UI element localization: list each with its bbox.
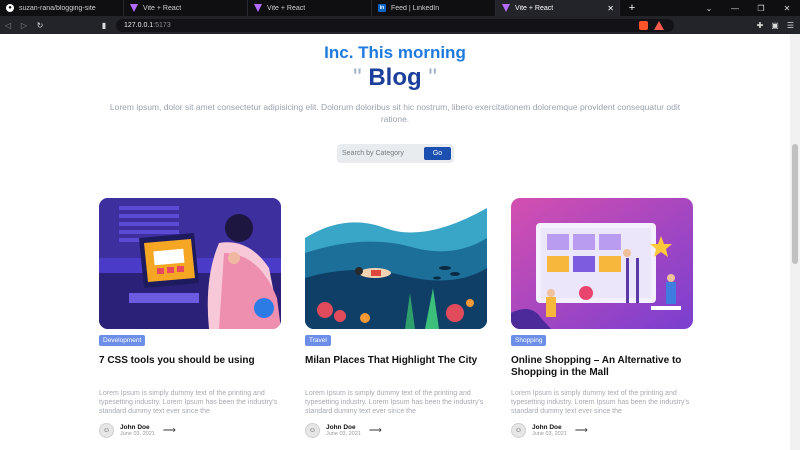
vite-icon <box>502 4 510 12</box>
page-title: " Blog " <box>0 64 790 92</box>
search-input[interactable]: Search by Category <box>342 150 424 157</box>
author-meta: John Doe June 03, 2021 <box>326 424 361 437</box>
browser-tab[interactable]: in Feed | LinkedIn <box>372 0 496 16</box>
quote-open: " <box>353 64 362 91</box>
reload-icon[interactable]: ↻ <box>32 16 48 34</box>
go-button[interactable]: Go <box>424 147 451 160</box>
arrow-right-icon[interactable]: ⟶ <box>163 425 176 436</box>
post-title[interactable]: Milan Places That Highlight The City <box>305 355 487 381</box>
close-window-icon[interactable]: ✕ <box>774 0 800 16</box>
post-image-development[interactable] <box>99 198 281 329</box>
browser-toolbar: ◁ ▷ ↻ ▮ 127.0.0.1:5173 <box>0 16 800 34</box>
hero-intro: Lorem ipsum, dolor sit amet consectetur … <box>109 102 681 124</box>
scrollbar-thumb[interactable] <box>792 144 798 264</box>
author-name: John Doe <box>532 424 562 431</box>
window-controls: ⌄ — ❐ ✕ <box>696 0 800 16</box>
arrow-right-icon[interactable]: ⟶ <box>575 425 588 436</box>
browser-tab-active[interactable]: Vite + React ✕ <box>496 0 620 16</box>
post-card[interactable]: Travel Milan Places That Highlight The C… <box>305 198 487 438</box>
github-icon: ● <box>6 4 14 12</box>
browser-tab[interactable]: ● suzan-rana/blogging-site <box>0 0 124 16</box>
restore-icon[interactable]: ❐ <box>748 0 774 16</box>
author-name: John Doe <box>326 424 356 431</box>
browser-tab[interactable]: Vite + React <box>248 0 372 16</box>
address-bar[interactable]: 127.0.0.1:5173 <box>116 18 674 32</box>
quote-close: " <box>428 64 437 91</box>
blog-title-text: Blog <box>368 64 422 91</box>
arrow-right-icon[interactable]: ⟶ <box>369 425 382 436</box>
tab-label: suzan-rana/blogging-site <box>19 4 96 12</box>
post-excerpt: Lorem Ipsum is simply dummy text of the … <box>305 390 484 415</box>
author-meta: John Doe June 03, 2021 <box>532 424 567 437</box>
post-author: ☺ John Doe June 03, 2021 ⟶ <box>305 423 487 438</box>
brave-rewards-icon[interactable] <box>654 20 664 30</box>
avatar: ☺ <box>511 423 526 438</box>
back-icon[interactable]: ◁ <box>0 16 16 34</box>
post-card[interactable]: Development 7 CSS tools you should be us… <box>99 198 281 438</box>
post-author: ☺ John Doe June 03, 2021 ⟶ <box>511 423 693 438</box>
post-title[interactable]: 7 CSS tools you should be using <box>99 355 281 381</box>
extensions-icon[interactable]: ✚ <box>757 21 764 30</box>
post-date: June 03, 2021 <box>532 431 567 437</box>
url-host: 127.0.0.1 <box>124 21 154 29</box>
vite-icon <box>254 4 262 12</box>
tab-label: Vite + React <box>267 4 306 12</box>
page-scrollbar[interactable] <box>790 34 800 450</box>
close-tab-icon[interactable]: ✕ <box>607 4 614 13</box>
toolbar-icons: ✚ ▣ ☰ <box>757 16 794 34</box>
minimize-icon[interactable]: — <box>722 0 748 16</box>
hero-subtitle: Inc. This morning <box>324 43 466 62</box>
post-date: June 03, 2021 <box>120 431 155 437</box>
forward-icon[interactable]: ▷ <box>16 16 32 34</box>
post-title[interactable]: Online Shopping – An Alternative to Shop… <box>511 355 693 381</box>
avatar: ☺ <box>99 423 114 438</box>
post-excerpt: Lorem Ipsum is simply dummy text of the … <box>511 390 690 415</box>
url-port: :5173 <box>153 21 171 29</box>
category-tag[interactable]: Shopping <box>511 335 547 346</box>
menu-icon[interactable]: ☰ <box>787 21 794 30</box>
page-content: Inc. This morning " Blog " Lorem ipsum, … <box>0 34 790 450</box>
category-tag[interactable]: Development <box>99 335 146 346</box>
tab-strip: ● suzan-rana/blogging-site Vite + React … <box>0 0 800 16</box>
post-date: June 03, 2021 <box>326 431 361 437</box>
author-meta: John Doe June 03, 2021 <box>120 424 155 437</box>
post-image-shopping[interactable] <box>511 198 693 329</box>
category-tag[interactable]: Travel <box>305 335 331 346</box>
new-tab-button[interactable]: + <box>624 0 640 16</box>
post-author: ☺ John Doe June 03, 2021 ⟶ <box>99 423 281 438</box>
sidebar-icon[interactable]: ▣ <box>771 21 779 30</box>
browser-tab[interactable]: Vite + React <box>124 0 248 16</box>
post-excerpt: Lorem Ipsum is simply dummy text of the … <box>99 390 278 415</box>
post-card[interactable]: Shopping Online Shopping – An Alternativ… <box>511 198 693 438</box>
tab-label: Vite + React <box>515 4 554 12</box>
avatar: ☺ <box>305 423 320 438</box>
tab-search-icon[interactable]: ⌄ <box>696 0 722 16</box>
tab-label: Vite + React <box>143 4 182 12</box>
author-name: John Doe <box>120 424 150 431</box>
brave-shields-icon[interactable] <box>639 20 648 30</box>
category-search: Search by Category Go <box>337 144 454 163</box>
linkedin-icon: in <box>378 4 386 12</box>
tab-label: Feed | LinkedIn <box>391 4 440 12</box>
bookmark-icon[interactable]: ▮ <box>98 21 110 30</box>
post-image-travel[interactable] <box>305 198 487 329</box>
vite-icon <box>130 4 138 12</box>
